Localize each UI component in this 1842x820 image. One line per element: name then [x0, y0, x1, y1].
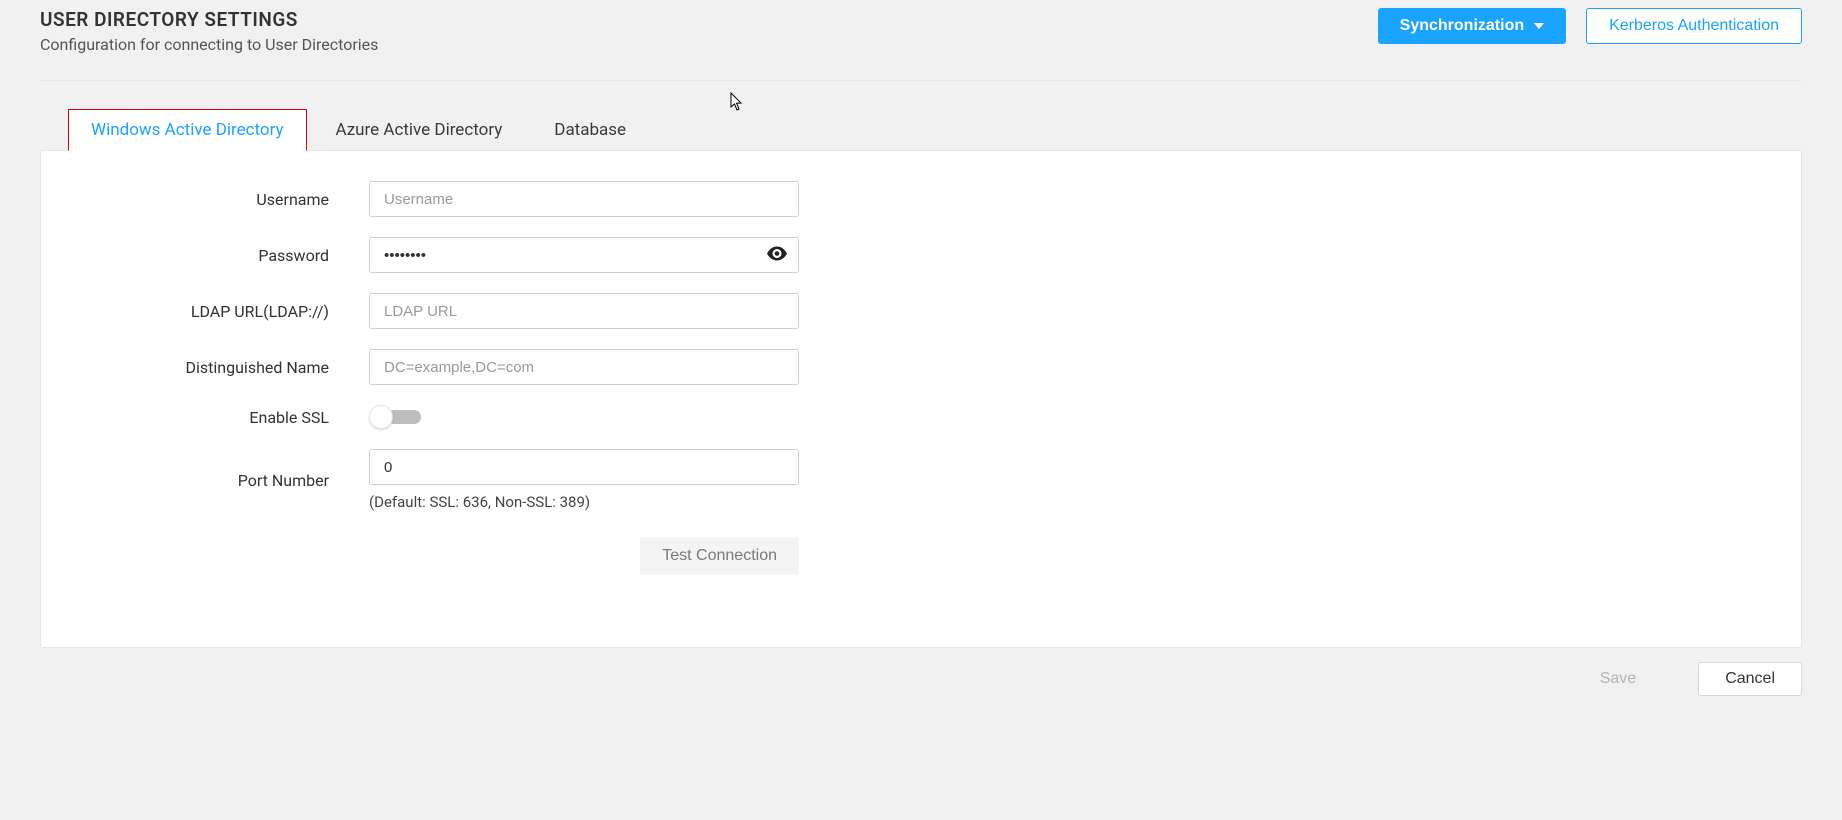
tab-windows-active-directory[interactable]: Windows Active Directory — [68, 109, 307, 151]
tab-database[interactable]: Database — [531, 109, 649, 151]
tab-strip: Windows Active Directory Azure Active Di… — [68, 109, 1802, 151]
kerberos-authentication-label: Kerberos Authentication — [1609, 17, 1779, 35]
distinguished-name-label: Distinguished Name — [99, 358, 369, 377]
enable-ssl-label: Enable SSL — [99, 408, 369, 427]
distinguished-name-input[interactable] — [369, 349, 799, 385]
kerberos-authentication-button[interactable]: Kerberos Authentication — [1586, 8, 1802, 44]
page-subtitle: Configuration for connecting to User Dir… — [40, 35, 378, 54]
toggle-password-visibility-button[interactable] — [763, 243, 791, 268]
username-label: Username — [99, 190, 369, 209]
test-connection-button[interactable]: Test Connection — [640, 537, 799, 575]
password-input[interactable] — [369, 237, 799, 273]
port-number-label: Port Number — [99, 471, 369, 490]
synchronization-button[interactable]: Synchronization — [1378, 8, 1566, 44]
synchronization-button-label: Synchronization — [1400, 17, 1524, 35]
ldap-url-label: LDAP URL(LDAP://) — [99, 302, 369, 321]
username-input[interactable] — [369, 181, 799, 217]
password-label: Password — [99, 246, 369, 265]
cancel-button[interactable]: Cancel — [1698, 662, 1802, 696]
save-button[interactable]: Save — [1594, 669, 1642, 689]
toggle-knob — [369, 405, 393, 429]
header-divider — [40, 80, 1802, 81]
settings-panel: Username Password — [40, 150, 1802, 648]
enable-ssl-toggle[interactable] — [369, 405, 421, 429]
port-number-input[interactable] — [369, 449, 799, 485]
port-number-help: (Default: SSL: 636, Non-SSL: 389) — [369, 493, 799, 511]
ldap-url-input[interactable] — [369, 293, 799, 329]
page-title: USER DIRECTORY SETTINGS — [40, 8, 378, 31]
caret-down-icon — [1534, 23, 1544, 29]
footer-actions: Save Cancel — [1594, 662, 1802, 696]
eye-icon — [767, 247, 787, 264]
tab-azure-active-directory[interactable]: Azure Active Directory — [313, 109, 526, 151]
